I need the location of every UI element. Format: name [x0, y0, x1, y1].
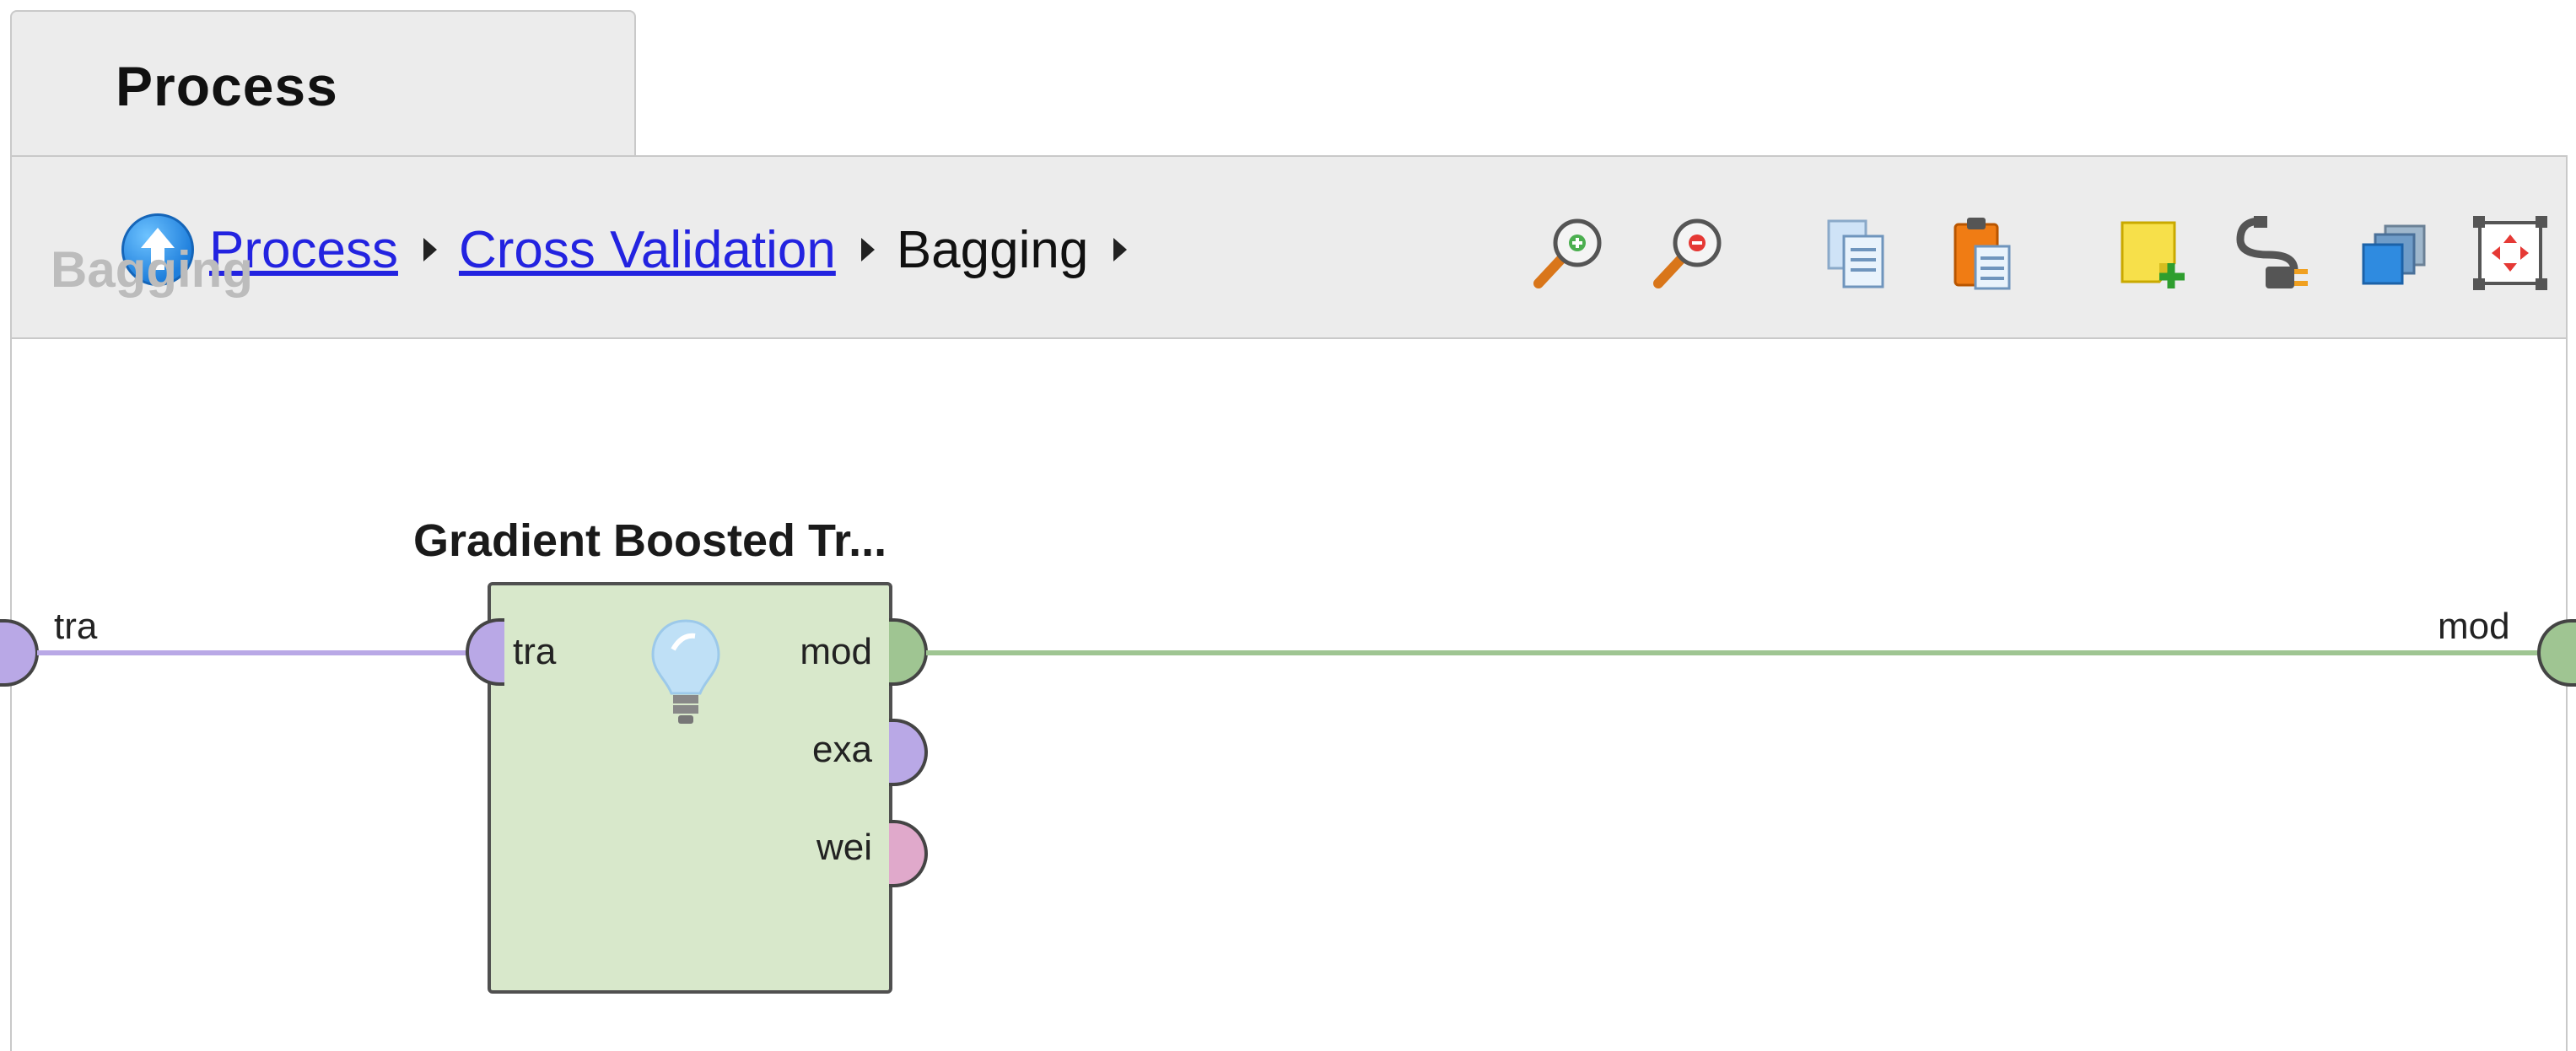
- arrange-layers-icon[interactable]: [2353, 214, 2431, 292]
- copy-icon[interactable]: [1817, 214, 1894, 292]
- tab-process[interactable]: Process: [10, 10, 636, 159]
- tab-strip: Process: [0, 0, 2576, 159]
- operator-title: Gradient Boosted Tr...: [413, 515, 887, 566]
- fit-to-screen-icon[interactable]: [2471, 214, 2549, 292]
- process-panel: Process Cross Validation Bagging: [10, 155, 2568, 1051]
- process-toolbar: Process Cross Validation Bagging: [12, 155, 2566, 339]
- training-wire[interactable]: [37, 650, 471, 655]
- breadcrumb-cross-validation[interactable]: Cross Validation: [459, 220, 836, 280]
- model-wire[interactable]: [926, 650, 2546, 655]
- operator-output-mod-label: mod: [800, 631, 872, 672]
- chevron-right-icon[interactable]: [1113, 238, 1128, 261]
- operator-input-label: tra: [513, 631, 557, 672]
- tab-label: Process: [116, 55, 338, 117]
- auto-wire-icon[interactable]: [2235, 214, 2313, 292]
- operator-output-exa-label: exa: [812, 729, 872, 770]
- breadcrumb-bagging: Bagging: [896, 220, 1089, 279]
- canvas-title: Bagging: [51, 241, 253, 298]
- paste-icon[interactable]: [1943, 214, 2021, 292]
- operator-gradient-boosted-trees[interactable]: tra mod exa wei: [488, 582, 892, 994]
- breadcrumb: Process Cross Validation Bagging: [121, 208, 1149, 292]
- chevron-right-icon: [423, 238, 437, 261]
- zoom-in-icon[interactable]: [1530, 214, 1608, 292]
- canvas-output-port-label: mod: [2438, 606, 2510, 647]
- canvas-input-port-label: tra: [54, 606, 98, 647]
- add-note-icon[interactable]: [2115, 214, 2193, 292]
- zoom-out-icon[interactable]: [1650, 214, 1727, 292]
- lightbulb-icon: [648, 616, 724, 738]
- chevron-right-icon: [860, 238, 875, 261]
- operator-output-wei-label: wei: [816, 827, 872, 868]
